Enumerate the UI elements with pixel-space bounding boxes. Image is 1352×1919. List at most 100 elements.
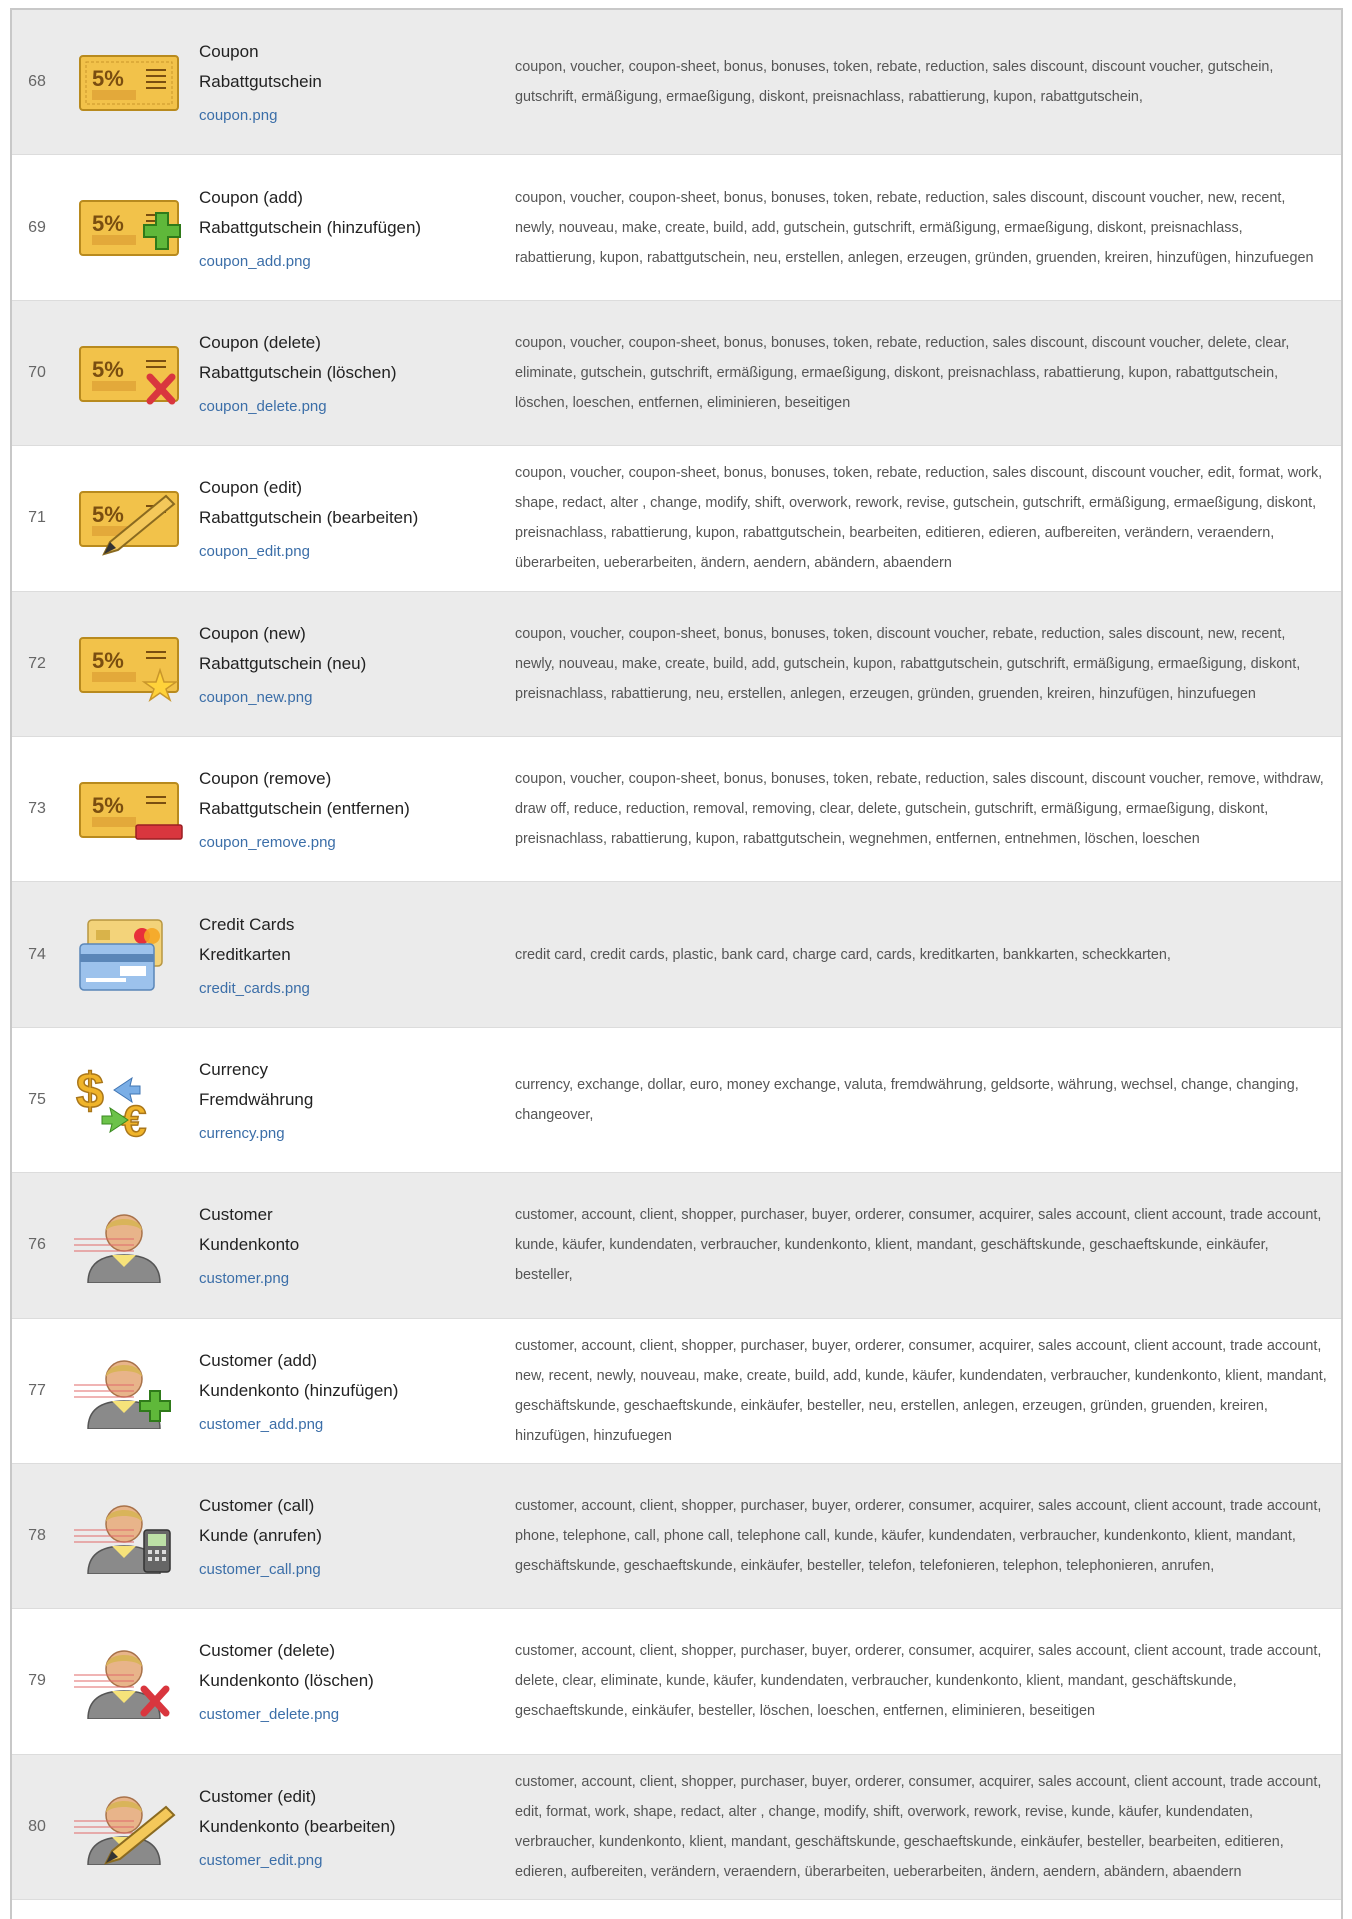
table-row: 75 $ € Currency Fremdwährung currency.pn… <box>12 1027 1341 1174</box>
icon-filename-link[interactable]: coupon_edit.png <box>199 541 499 563</box>
table-row: 80 Customer (edit) Kundenkonto (bearbeit… <box>12 1754 1341 1901</box>
coupon-delete-icon: 5% <box>74 337 192 411</box>
coupon-new-icon: 5% <box>74 628 192 702</box>
icon-filename-link[interactable]: credit_cards.png <box>199 978 499 1000</box>
icon-keywords: coupon, voucher, coupon-sheet, bonus, bo… <box>515 625 1301 702</box>
table-row: 76 Customer Kundenkonto customer.png cus… <box>12 1173 1341 1319</box>
icon-keywords: currency, exchange, dollar, euro, money … <box>515 1076 1299 1123</box>
icon-keywords: coupon, voucher, coupon-sheet, bonus, bo… <box>515 465 1323 572</box>
icon-keywords: customer, account, client, shopper, purc… <box>515 1498 1322 1575</box>
svg-text:5%: 5% <box>92 357 124 382</box>
icon-name-de: Kundenkonto (hinzufügen) <box>199 1380 399 1400</box>
icon-name-en: Customer (delete) <box>199 1641 336 1661</box>
icon-name-en: Coupon (new) <box>199 623 306 643</box>
icon-name-de: Rabattgutschein <box>199 72 322 92</box>
icon-table: 68 5% Coupon Rabattgutschein coupon.png … <box>10 8 1343 1919</box>
table-row: 77 Customer (add) Kundenkonto (hinzufüge… <box>12 1318 1341 1464</box>
icon-name-de: Kunde (anrufen) <box>199 1526 322 1546</box>
icon-name-de: Rabattgutschein (entfernen) <box>199 799 410 819</box>
row-number: 75 <box>28 1090 46 1108</box>
icon-filename-link[interactable]: coupon_new.png <box>199 687 499 709</box>
svg-text:5%: 5% <box>92 66 124 91</box>
table-row: 78 Customer (call) Kunde (anrufen) custo… <box>12 1463 1341 1610</box>
row-number: 79 <box>28 1672 46 1690</box>
row-number: 72 <box>28 654 46 672</box>
icon-name-de: Fremdwährung <box>199 1089 314 1109</box>
row-number: 70 <box>28 363 46 381</box>
icon-name-en: Coupon (remove) <box>199 769 332 789</box>
row-number: 80 <box>28 1817 46 1835</box>
svg-text:5%: 5% <box>92 211 124 236</box>
icon-name-de: Rabattgutschein (bearbeiten) <box>199 508 419 528</box>
icon-keywords: customer, account, client, shopper, purc… <box>515 1207 1322 1284</box>
row-number: 73 <box>28 800 46 818</box>
table-row: 69 5% Coupon (add) Rabattgutschein (hinz… <box>12 155 1341 301</box>
icon-filename-link[interactable]: coupon_add.png <box>199 251 499 273</box>
icon-filename-link[interactable]: customer_edit.png <box>199 1850 499 1872</box>
svg-text:€: € <box>122 1097 146 1138</box>
customer-call-icon <box>74 1500 192 1574</box>
row-number: 68 <box>28 73 46 91</box>
row-number: 71 <box>28 509 46 527</box>
table-row: 71 5% Coupon (edit) Rabattgutschein (bea… <box>12 446 1341 592</box>
coupon-remove-icon: 5% <box>74 773 192 847</box>
icon-keywords: coupon, voucher, coupon-sheet, bonus, bo… <box>515 59 1274 106</box>
icon-name-en: Customer (edit) <box>199 1786 317 1806</box>
icon-filename-link[interactable]: customer_call.png <box>199 1559 499 1581</box>
icon-name-en: Coupon (edit) <box>199 478 303 498</box>
table-row: 73 5% Coupon (remove) Rabattgutschein (e… <box>12 736 1341 883</box>
customer-add-icon <box>74 1355 192 1429</box>
icon-name-en: Customer (add) <box>199 1350 318 1370</box>
icon-name-en: Coupon (delete) <box>199 332 321 352</box>
icon-keywords: coupon, voucher, coupon-sheet, bonus, bo… <box>515 771 1324 848</box>
table-row: 74 Credit Cards Kreditkarten credit_card… <box>12 882 1341 1028</box>
svg-text:5%: 5% <box>92 648 124 673</box>
coupon-add-icon: 5% <box>74 191 192 265</box>
icon-keywords: customer, account, client, shopper, purc… <box>515 1643 1322 1720</box>
customer-delete-icon <box>74 1645 192 1720</box>
icon-name-en: Coupon (add) <box>199 187 303 207</box>
icon-filename-link[interactable]: customer_add.png <box>199 1414 499 1436</box>
svg-text:$: $ <box>76 1064 104 1119</box>
icon-name-en: Customer (call) <box>199 1496 315 1516</box>
icon-keywords: customer, account, client, shopper, purc… <box>515 1773 1322 1880</box>
icon-name-en: Currency <box>199 1059 268 1079</box>
row-number: 76 <box>28 1236 46 1254</box>
icon-name-de: Rabattgutschein (hinzufügen) <box>199 217 422 237</box>
table-row: 68 5% Coupon Rabattgutschein coupon.png … <box>12 10 1341 156</box>
coupon-icon: 5% <box>74 46 192 120</box>
credit-cards-icon <box>74 918 192 992</box>
icon-keywords: coupon, voucher, coupon-sheet, bonus, bo… <box>515 189 1314 266</box>
icon-name-de: Rabattgutschein (neu) <box>199 653 367 673</box>
row-number: 69 <box>28 218 46 236</box>
icon-filename-link[interactable]: customer.png <box>199 1268 499 1290</box>
icon-name-de: Rabattgutschein (löschen) <box>199 362 397 382</box>
icon-name-de: Kreditkarten <box>199 944 291 964</box>
icon-filename-link[interactable]: customer_delete.png <box>199 1704 499 1726</box>
row-number: 74 <box>28 945 46 963</box>
icon-name-en: Customer <box>199 1205 273 1225</box>
coupon-edit-icon: 5% <box>74 482 192 556</box>
svg-text:5%: 5% <box>92 793 124 818</box>
table-row: 72 5% Coupon (new) Rabattgutschein (neu)… <box>12 591 1341 737</box>
row-number: 77 <box>28 1381 46 1399</box>
svg-text:5%: 5% <box>92 502 124 527</box>
customer-icon <box>74 1209 192 1284</box>
customer-edit-icon <box>74 1791 192 1865</box>
icon-keywords: coupon, voucher, coupon-sheet, bonus, bo… <box>515 334 1290 411</box>
icon-filename-link[interactable]: coupon_delete.png <box>199 396 499 418</box>
icon-filename-link[interactable]: coupon.png <box>199 105 499 127</box>
icon-filename-link[interactable]: coupon_remove.png <box>199 832 499 854</box>
icon-keywords: credit card, credit cards, plastic, bank… <box>515 946 1171 963</box>
icon-keywords: customer, account, client, shopper, purc… <box>515 1337 1327 1444</box>
table-row: 79 Customer (delete) Kundenkonto (lösche… <box>12 1609 1341 1755</box>
table-row: 70 5% Coupon (delete) Rabattgutschein (l… <box>12 300 1341 447</box>
icon-name-de: Kundenkonto (löschen) <box>199 1671 374 1691</box>
icon-name-de: Kundenkonto (bearbeiten) <box>199 1816 396 1836</box>
icon-filename-link[interactable]: currency.png <box>199 1123 499 1145</box>
icon-name-en: Credit Cards <box>199 914 295 934</box>
icon-name-de: Kundenkonto <box>199 1235 300 1255</box>
row-number: 78 <box>28 1527 46 1545</box>
icon-name-en: Coupon <box>199 42 259 62</box>
currency-icon: $ € <box>74 1064 192 1138</box>
